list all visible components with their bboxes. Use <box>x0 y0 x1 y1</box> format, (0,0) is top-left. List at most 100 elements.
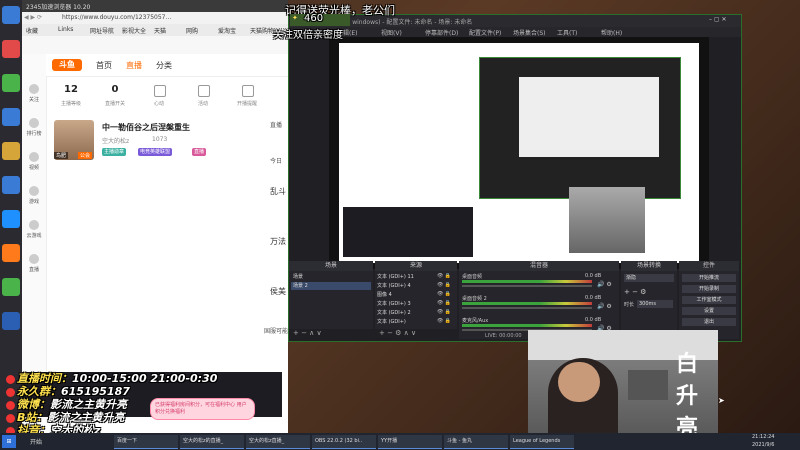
source-visibility-icon[interactable]: 👁 🔒 <box>437 291 451 297</box>
bookmark-item[interactable]: 收藏 <box>26 26 38 35</box>
sidebar-icon[interactable] <box>29 118 39 128</box>
right-snippet: 万法 <box>270 237 286 246</box>
sidebar-item-label[interactable]: 视频 <box>22 164 46 171</box>
source-item[interactable]: 文本 (GDI+) 3 <box>377 300 433 308</box>
source-item[interactable]: 文本 (GDI+) <box>377 318 433 326</box>
sidebar-icon[interactable] <box>29 152 39 162</box>
transition-add-icons[interactable]: + − ⚙ <box>624 288 646 296</box>
stat-label[interactable]: 直播开关 <box>100 100 130 107</box>
clock-date[interactable]: 2021/9/6 <box>752 442 774 448</box>
scene-add-remove-icons[interactable]: + − ∧ ∨ <box>293 329 322 337</box>
douyu-logo[interactable]: 斗鱼 <box>52 59 82 71</box>
control-button[interactable]: 开始录制 <box>682 285 736 293</box>
source-add-remove-icons[interactable]: + − ⚙ ∧ ∨ <box>379 329 416 337</box>
source-item[interactable]: 文本 (GDI+) 4 <box>377 282 433 290</box>
duration-input[interactable]: 300ms <box>637 300 673 308</box>
desktop-app-icon[interactable] <box>2 142 20 160</box>
sidebar-item-label[interactable]: 直播 <box>22 266 46 273</box>
sidebar-item-label[interactable]: 关注 <box>22 96 46 103</box>
stat-label[interactable]: 活动 <box>188 100 218 107</box>
source-visibility-icon[interactable]: 👁 🔒 <box>437 282 451 288</box>
bookmark-item[interactable]: 网购 <box>186 26 198 35</box>
sidebar-icon[interactable] <box>29 254 39 264</box>
desktop-app-icon[interactable] <box>2 176 20 194</box>
stat-label[interactable]: 心动 <box>144 100 174 107</box>
mixer-speaker-icon[interactable]: 🔊 ⚙ <box>597 303 612 310</box>
nav-category[interactable]: 分类 <box>156 60 172 71</box>
address-bar[interactable]: ◀ ▶ ⟳ https://www.douyu.com/12375057... <box>22 12 288 24</box>
desktop-app-icon[interactable] <box>2 244 20 262</box>
stat-label[interactable]: 主播等级 <box>56 100 86 107</box>
stream-card[interactable]: 鸟肥 公会 中一勒佰谷之后涅槃重生 空大的松z 1073 主播勋章 电竞英雄联盟… <box>52 118 288 162</box>
mixer-speaker-icon[interactable]: 🔊 ⚙ <box>597 281 612 288</box>
desktop-app-icon[interactable] <box>2 312 20 330</box>
cam-char: 亮 <box>676 415 699 433</box>
desktop-app-icon[interactable] <box>2 74 20 92</box>
mixer-volume-slider[interactable] <box>462 307 592 309</box>
taskbar-app[interactable]: 斗鱼 - 鱼丸 <box>444 435 508 449</box>
bookmark-item[interactable]: 影视大全 <box>122 26 146 35</box>
card-tag[interactable]: 主播勋章 <box>102 148 127 156</box>
url-text[interactable]: https://www.douyu.com/12375057... <box>62 14 284 21</box>
taskbar-app[interactable]: YY开播 <box>378 435 442 449</box>
source-item[interactable]: 文本 (GDI+) 11 <box>377 273 433 281</box>
stat-icon <box>198 85 210 97</box>
nav-home[interactable]: 首页 <box>96 60 112 71</box>
obs-menu-item[interactable]: 停靠部件(D) <box>425 28 458 37</box>
taskbar-app[interactable]: 空大的松z的直播_ <box>180 435 244 449</box>
sidebar-item-label[interactable]: 游戏 <box>22 198 46 205</box>
source-visibility-icon[interactable]: 👁 🔒 <box>437 309 451 315</box>
sidebar-icon[interactable] <box>29 84 39 94</box>
desktop-app-icon[interactable] <box>2 40 20 58</box>
desktop-app-icon[interactable] <box>2 108 20 126</box>
obs-menu-item[interactable]: 帮助(H) <box>601 28 622 37</box>
source-item[interactable]: 图像 4 <box>377 291 433 299</box>
stat-label[interactable]: 开播提醒 <box>232 100 262 107</box>
back-icon[interactable]: ◀ ▶ ⟳ <box>24 14 42 21</box>
source-visibility-icon[interactable]: 👁 🔒 <box>437 318 451 324</box>
obs-preview[interactable] <box>329 37 709 269</box>
desktop-app-icon[interactable] <box>2 210 20 228</box>
desktop-app-icon[interactable] <box>2 6 20 24</box>
clock-time[interactable]: 21:12:24 <box>752 434 774 440</box>
bookmark-item[interactable]: 网址导航 <box>90 26 114 35</box>
start-label[interactable]: 开始 <box>30 437 42 446</box>
taskbar-app[interactable]: League of Legends <box>510 435 574 449</box>
start-button[interactable]: ⊞ <box>2 435 16 448</box>
stream-title[interactable]: 中一勒佰谷之后涅槃重生 <box>102 122 190 133</box>
right-snippet: 今日 <box>270 158 283 165</box>
sidebar-item-label[interactable]: 云游戏 <box>22 232 46 239</box>
bookmark-item[interactable]: Links <box>58 26 73 33</box>
taskbar-app[interactable]: 百度一下 <box>114 435 178 449</box>
browser-titlebar: 2345加速浏览器 10.20 <box>22 0 288 12</box>
bookmark-item[interactable]: 天猫购物 <box>250 26 274 35</box>
transitions-dock: 场景转换 渐隐 + − ⚙ 时长 300ms <box>621 261 677 339</box>
transition-select[interactable]: 渐隐 <box>624 274 674 282</box>
control-button[interactable]: 开始推流 <box>682 274 736 282</box>
sidebar-item-label[interactable]: 排行榜 <box>22 130 46 137</box>
control-button[interactable]: 设置 <box>682 307 736 315</box>
nav-live[interactable]: 直播 <box>126 60 142 71</box>
obs-menu-item[interactable]: 场景集合(S) <box>513 28 546 37</box>
obs-menu-item[interactable]: 工具(T) <box>557 28 577 37</box>
obs-menu-item[interactable]: 配置文件(P) <box>469 28 501 37</box>
taskbar-app[interactable]: 空大的松z直播_ <box>246 435 310 449</box>
control-button[interactable]: 工作室模式 <box>682 296 736 304</box>
scene-item[interactable]: 场景 <box>291 273 371 281</box>
sidebar-icon[interactable] <box>29 220 39 230</box>
desktop-app-icon[interactable] <box>2 278 20 296</box>
control-button[interactable]: 退出 <box>682 318 736 326</box>
taskbar-app[interactable]: OBS 22.0.2 (32 bi.. <box>312 435 376 449</box>
sidebar-icon[interactable] <box>29 186 39 196</box>
scene-item[interactable]: 场景 2 <box>291 282 371 290</box>
obs-menu-item[interactable]: 视图(V) <box>381 28 402 37</box>
source-visibility-icon[interactable]: 👁 🔒 <box>437 273 451 279</box>
bookmark-item[interactable]: 爱淘宝 <box>218 26 236 35</box>
source-visibility-icon[interactable]: 👁 🔒 <box>437 300 451 306</box>
window-controls-icon[interactable]: – ▢ ✕ <box>709 16 727 23</box>
mixer-volume-slider[interactable] <box>462 285 592 287</box>
card-tag[interactable]: 直播 <box>192 148 207 156</box>
source-item[interactable]: 文本 (GDI+) 2 <box>377 309 433 317</box>
card-tag[interactable]: 电竞英雄联盟 <box>138 148 173 156</box>
bookmark-item[interactable]: 天猫 <box>154 26 166 35</box>
